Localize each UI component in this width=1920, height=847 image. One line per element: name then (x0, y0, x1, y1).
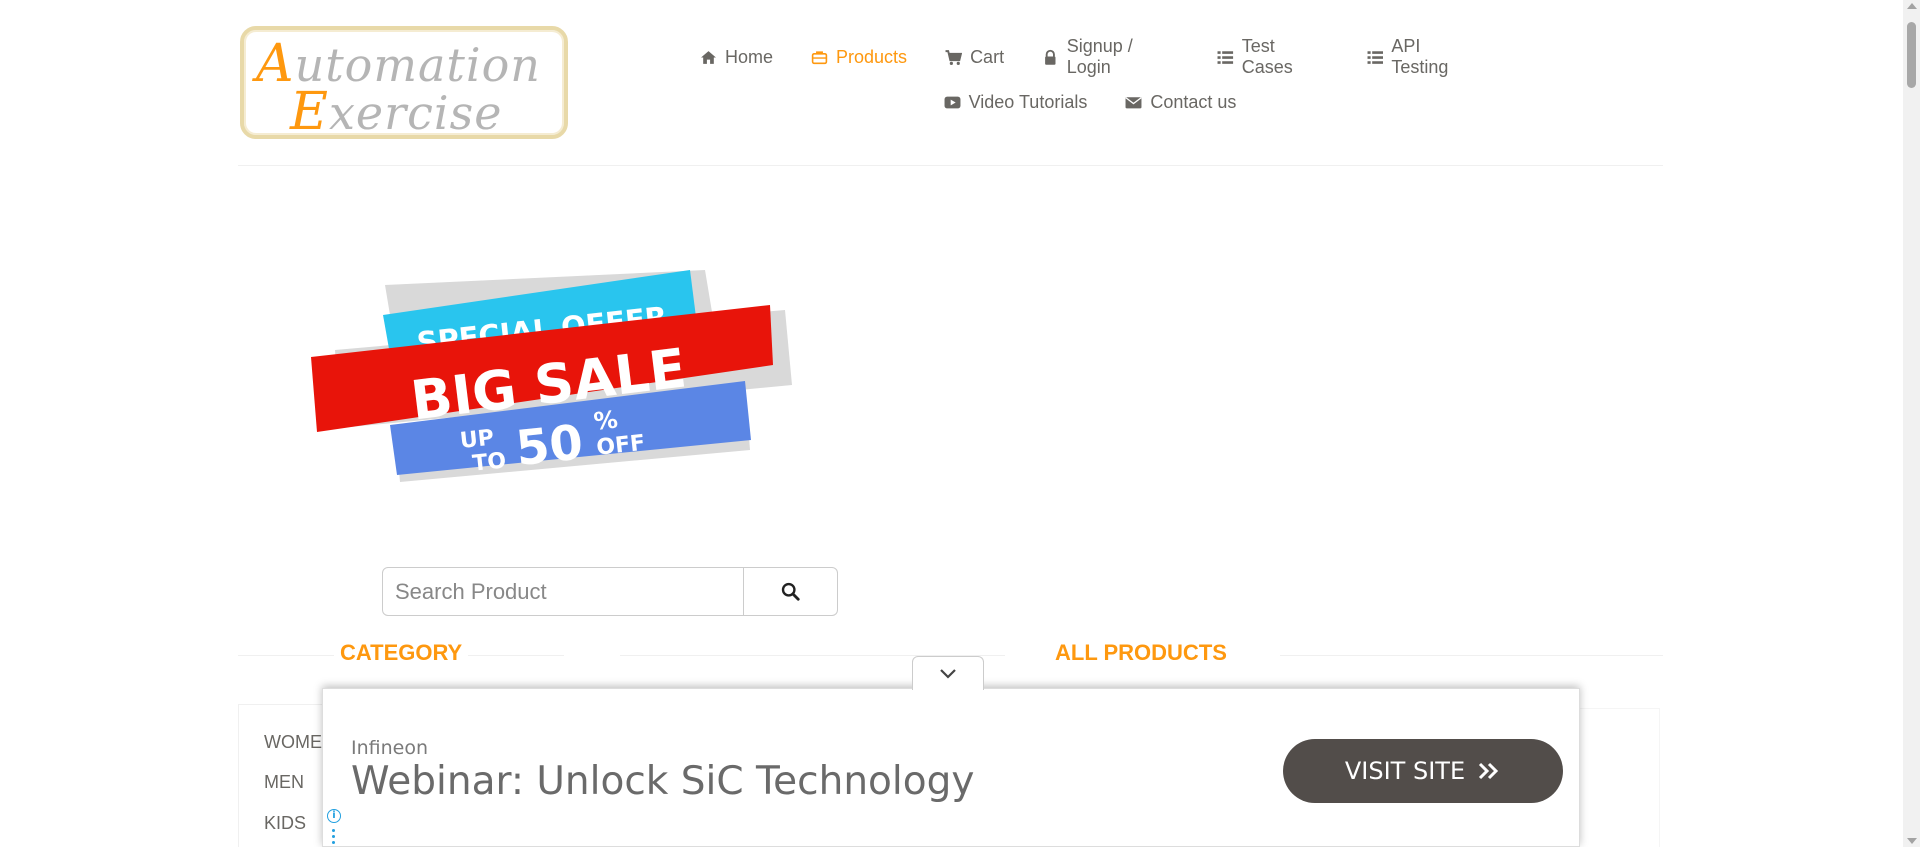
visit-site-label: VISIT SITE (1344, 757, 1466, 785)
nav-api-testing[interactable]: API Testing (1367, 36, 1480, 78)
ad-brand: Infineon (351, 737, 429, 759)
header-divider (238, 165, 1663, 166)
list-icon (1217, 50, 1234, 64)
search-input[interactable] (382, 567, 744, 616)
page-scrollbar[interactable] (1903, 0, 1920, 847)
nav-home[interactable]: Home (700, 36, 773, 78)
nav-test-cases-label: Test Cases (1241, 36, 1293, 77)
logo-cap-a: A (256, 34, 295, 94)
nav-home-label: Home (725, 46, 774, 67)
nav-contact-us-label: Contact us (1150, 92, 1237, 112)
category-title: CATEGORY (334, 640, 469, 666)
all-products-title: ALL PRODUCTS (1049, 640, 1233, 666)
ad-banner[interactable]: Infineon Webinar: Unlock SiC Technology … (322, 688, 1580, 847)
search-icon (781, 582, 800, 601)
scroll-down-arrow-icon[interactable] (1907, 838, 1917, 844)
search-button[interactable] (744, 567, 838, 616)
youtube-play-icon (944, 96, 961, 109)
products-title-line-right (1280, 655, 1663, 656)
nav-signup-login[interactable]: Signup / Login (1042, 36, 1179, 78)
banner-to: TO (471, 448, 507, 476)
nav-video-tutorials[interactable]: Video Tutorials (944, 92, 1088, 113)
search-bar (382, 567, 838, 616)
nav-cart[interactable]: Cart (945, 36, 1004, 78)
briefcase-icon (811, 50, 828, 64)
banner-50: 50 (513, 414, 585, 477)
envelope-icon (1125, 97, 1142, 109)
visit-site-button[interactable]: VISIT SITE (1283, 739, 1563, 803)
main-nav: Home Products Cart Signup / Login Test C… (700, 36, 1480, 113)
home-icon (701, 50, 716, 64)
nav-test-cases[interactable]: Test Cases (1217, 36, 1329, 78)
info-icon[interactable]: i (327, 809, 341, 823)
scroll-up-arrow-icon[interactable] (1907, 3, 1917, 9)
category-men[interactable]: MEN (264, 772, 304, 793)
nav-video-tutorials-label: Video Tutorials (968, 92, 1088, 112)
logo-text-2: xercise (328, 86, 503, 140)
nav-products-label: Products (836, 46, 908, 67)
list-icon (1367, 50, 1383, 64)
nav-products[interactable]: Products (811, 36, 907, 78)
nav-row-2: Video Tutorials Contact us (700, 92, 1480, 113)
ad-headline[interactable]: Webinar: Unlock SiC Technology (351, 759, 974, 804)
logo-cap-e: E (290, 82, 329, 142)
site-logo[interactable]: Automation Exercise (240, 26, 568, 142)
double-chevron-right-icon (1479, 762, 1499, 780)
cart-icon (945, 49, 963, 65)
sale-banner: SPECIAL OFFER BIG SALE UP TO 50 % OFF (305, 265, 795, 485)
nav-cart-label: Cart (970, 46, 1005, 67)
category-kids[interactable]: KIDS (264, 813, 306, 834)
logo-line-2: Exercise (290, 82, 502, 142)
vertical-dots-icon[interactable] (332, 829, 335, 847)
lock-icon (1045, 49, 1056, 65)
nav-api-testing-label: API Testing (1391, 36, 1449, 77)
nav-signup-login-label: Signup / Login (1066, 36, 1133, 77)
banner-percent: % (592, 405, 619, 435)
nav-contact-us[interactable]: Contact us (1125, 92, 1236, 113)
chevron-down-icon (940, 668, 956, 679)
nav-row-1: Home Products Cart Signup / Login Test C… (700, 36, 1480, 78)
sale-banner-graphic: SPECIAL OFFER BIG SALE UP TO 50 % OFF (311, 270, 792, 482)
banner-off: OFF (595, 431, 646, 461)
ad-collapse-button[interactable] (912, 656, 984, 690)
scrollbar-thumb[interactable] (1907, 22, 1916, 88)
